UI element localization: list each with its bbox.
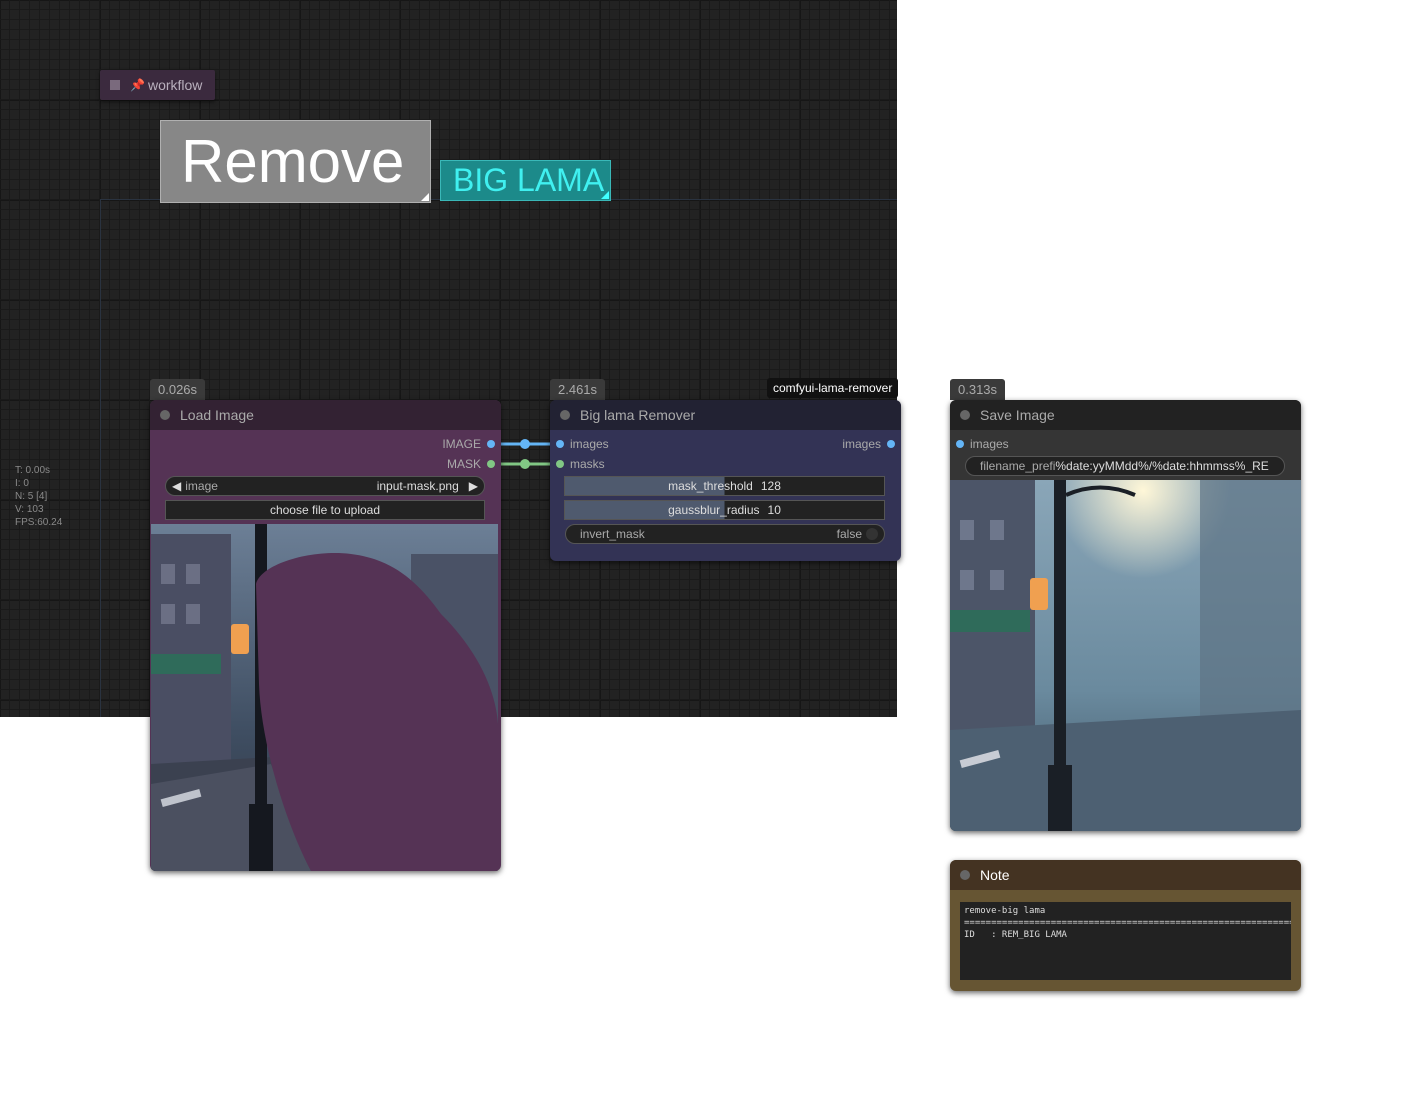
save-input-images-slot[interactable]: images <box>956 436 1009 452</box>
save-image-node[interactable]: Save Image images filename_prefi %date:y… <box>950 400 1301 831</box>
stat-vertices: V: 103 <box>15 504 44 515</box>
lama-title-bar[interactable]: Big lama Remover <box>550 400 901 430</box>
collapse-dot-icon[interactable] <box>960 410 970 420</box>
workflow-badge[interactable]: 📌 workflow <box>100 70 215 100</box>
save-input-label: images <box>970 437 1009 451</box>
collapse-dot-icon[interactable] <box>960 870 970 880</box>
output-mask-label: MASK <box>446 457 481 471</box>
mask-threshold-value: 128 <box>760 479 781 493</box>
combo-right-arrow-icon[interactable]: ▶ <box>469 479 478 493</box>
gaussblur-radius-name: gaussblur_radius <box>668 503 760 517</box>
save-input-dot-icon[interactable] <box>956 440 964 448</box>
input-images-dot-icon[interactable] <box>556 440 564 448</box>
stat-time: T: 0.00s <box>15 465 51 476</box>
output-mask-dot-icon[interactable] <box>487 460 495 468</box>
note-title-bar[interactable]: Note <box>950 860 1301 890</box>
filename-prefix-widget[interactable]: filename_prefi %date:yyMMdd%/%date:hhmms… <box>965 456 1285 476</box>
street-scene-image <box>151 524 498 871</box>
input-masks-slot[interactable]: masks <box>556 456 605 472</box>
badge-square-icon <box>110 80 120 90</box>
filename-prefix-name: filename_prefi <box>980 459 1056 473</box>
image-widget-name: image <box>185 479 218 493</box>
invert-mask-value: false <box>836 527 862 541</box>
resize-handle-icon[interactable] <box>421 193 429 201</box>
output-images-slot[interactable]: images <box>842 436 895 452</box>
collapse-dot-icon[interactable] <box>560 410 570 420</box>
load-image-title: Load Image <box>180 407 254 423</box>
big-lama-title-label[interactable]: BIG LAMA <box>440 160 611 201</box>
output-preview <box>950 480 1301 831</box>
input-images-label: images <box>570 437 609 451</box>
upload-button[interactable]: choose file to upload <box>165 500 485 520</box>
render-stats: T: 0.00s I: 0 N: 5 [4] V: 103 FPS:60.24 <box>15 464 62 529</box>
workflow-label: workflow <box>147 77 203 93</box>
collapse-dot-icon[interactable] <box>160 410 170 420</box>
remove-title-label[interactable]: Remove <box>160 120 431 203</box>
input-masks-dot-icon[interactable] <box>556 460 564 468</box>
input-masks-label: masks <box>570 457 605 471</box>
gaussblur-radius-slider[interactable]: gaussblur_radius 10 <box>564 500 885 520</box>
image-combo-widget[interactable]: ◀ image input-mask.png ▶ <box>165 476 485 496</box>
note-textarea[interactable]: remove-big lama ========================… <box>960 902 1291 980</box>
save-time-badge: 0.313s <box>950 379 1006 400</box>
gaussblur-radius-value: 10 <box>767 503 781 517</box>
invert-mask-toggle[interactable]: invert_mask false <box>565 524 885 544</box>
output-mask-slot[interactable]: MASK <box>447 456 495 472</box>
image-preview <box>151 524 498 871</box>
mask-threshold-slider[interactable]: mask_threshold 128 <box>564 476 885 496</box>
invert-mask-name: invert_mask <box>580 527 645 541</box>
image-widget-value: input-mask.png <box>376 479 459 493</box>
resize-handle-icon[interactable] <box>601 191 609 199</box>
node-source-tag: comfyui-lama-remover <box>767 378 899 398</box>
combo-left-arrow-icon[interactable]: ◀ <box>172 479 181 493</box>
output-image-dot-icon[interactable] <box>487 440 495 448</box>
toggle-knob-icon[interactable] <box>866 528 878 540</box>
lama-time-badge: 2.461s <box>550 379 606 400</box>
stat-fps: FPS:60.24 <box>15 517 63 528</box>
lama-title: Big lama Remover <box>580 407 696 423</box>
mask-threshold-name: mask_threshold <box>668 479 753 493</box>
input-images-slot[interactable]: images <box>556 436 609 452</box>
big-lama-text: BIG LAMA <box>453 162 605 198</box>
output-image-slot[interactable]: IMAGE <box>442 436 495 452</box>
load-image-title-bar[interactable]: Load Image <box>150 400 501 430</box>
load-image-node[interactable]: Load Image IMAGE MASK ◀ image input-mask… <box>150 400 501 871</box>
load-image-time-badge: 0.026s <box>150 379 206 400</box>
result-image <box>950 480 1301 831</box>
output-images-dot-icon[interactable] <box>887 440 895 448</box>
pin-icon: 📌 <box>130 78 145 92</box>
output-images-label: images <box>842 437 881 451</box>
note-node[interactable]: Note remove-big lama ===================… <box>950 860 1301 991</box>
stat-nodes: N: 5 [4] <box>15 491 48 502</box>
stat-i: I: 0 <box>15 478 29 489</box>
group-border-left <box>100 199 101 717</box>
remove-text: Remove <box>181 128 405 195</box>
note-title: Note <box>980 867 1010 883</box>
save-title-bar[interactable]: Save Image <box>950 400 1301 430</box>
save-title: Save Image <box>980 407 1055 423</box>
big-lama-remover-node[interactable]: Big lama Remover images masks images mas… <box>550 400 901 561</box>
output-image-label: IMAGE <box>442 437 481 451</box>
filename-prefix-value: %date:yyMMdd%/%date:hhmmss%_RE <box>1055 459 1269 473</box>
